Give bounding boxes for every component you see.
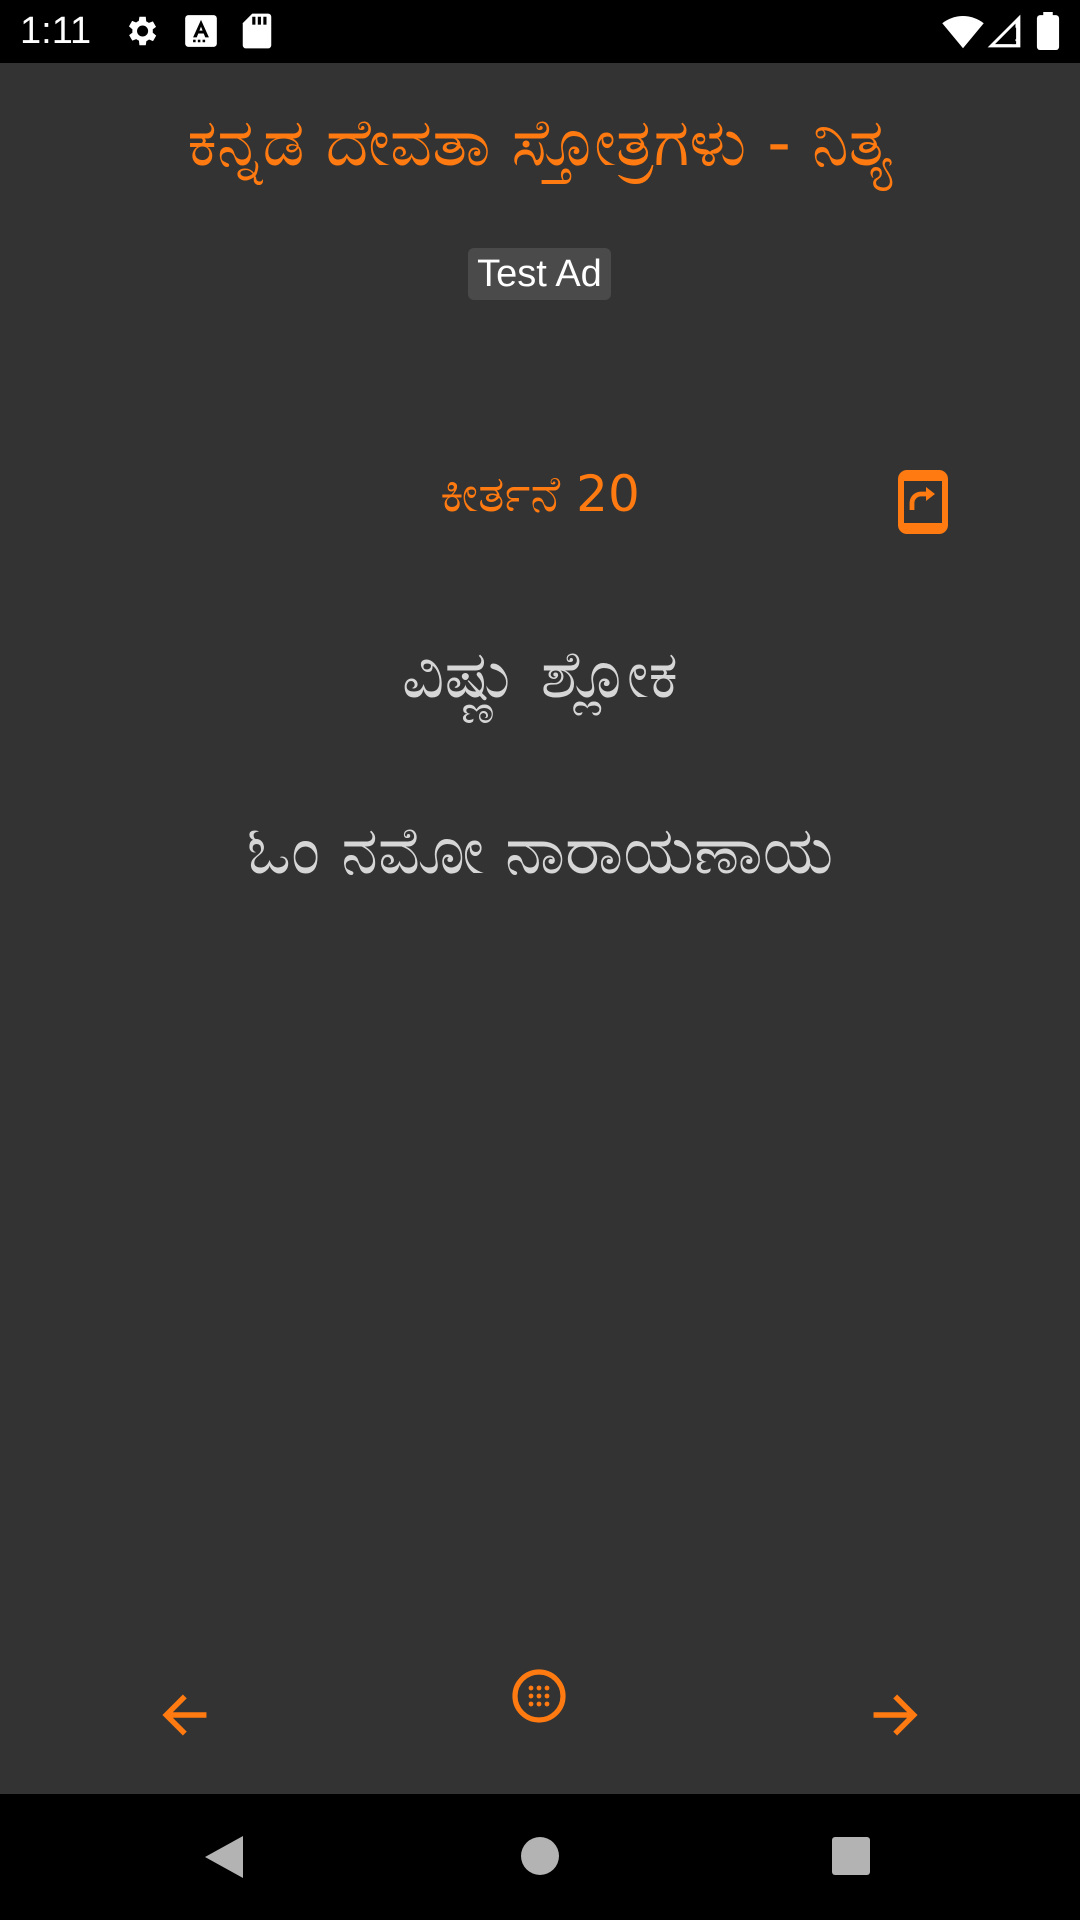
share-icon [898,470,948,534]
signal-icon [986,12,1022,54]
wifi-icon [942,12,984,54]
test-ad-badge[interactable]: Test Ad [468,248,611,300]
status-bar: 1:11 [0,0,1080,63]
status-time: 1:11 [20,10,92,52]
menu-button[interactable] [511,1668,567,1724]
system-home-button[interactable] [520,1836,560,1876]
arrow-left-icon [162,1694,207,1736]
previous-button[interactable] [160,1690,210,1740]
grid-menu-icon [512,1669,566,1723]
screen: 1:11 ಕನ್ನಡ ದೇವತಾ ಸ್ತೋತ್ರಗಳು - ನಿತ್ಯ Test… [0,0,1080,1920]
verse-line: ಓಂ ನಮೋ ನಾರಾಯಣಾಯ [246,812,834,889]
sd-card-icon [240,12,274,54]
arrow-right-icon [873,1694,918,1736]
home-icon [521,1837,559,1875]
system-back-button[interactable] [203,1834,245,1880]
system-recent-apps-button[interactable] [831,1836,871,1876]
battery-icon [1036,12,1060,54]
verse-line: ವಿಷ್ಣು ಶ್ಲೋಕ [401,636,679,713]
recent-apps-icon [832,1837,870,1875]
app-title: ಕನ್ನಡ ದೇವತಾ ಸ್ತೋತ್ರಗಳು - ನಿತ್ಯ [187,104,893,181]
keyboard-a-icon [182,12,220,54]
share-button[interactable] [898,470,948,534]
system-navigation-bar [0,1794,1080,1920]
next-button[interactable] [870,1690,920,1740]
back-icon [205,1836,243,1878]
settings-icon [122,12,160,54]
